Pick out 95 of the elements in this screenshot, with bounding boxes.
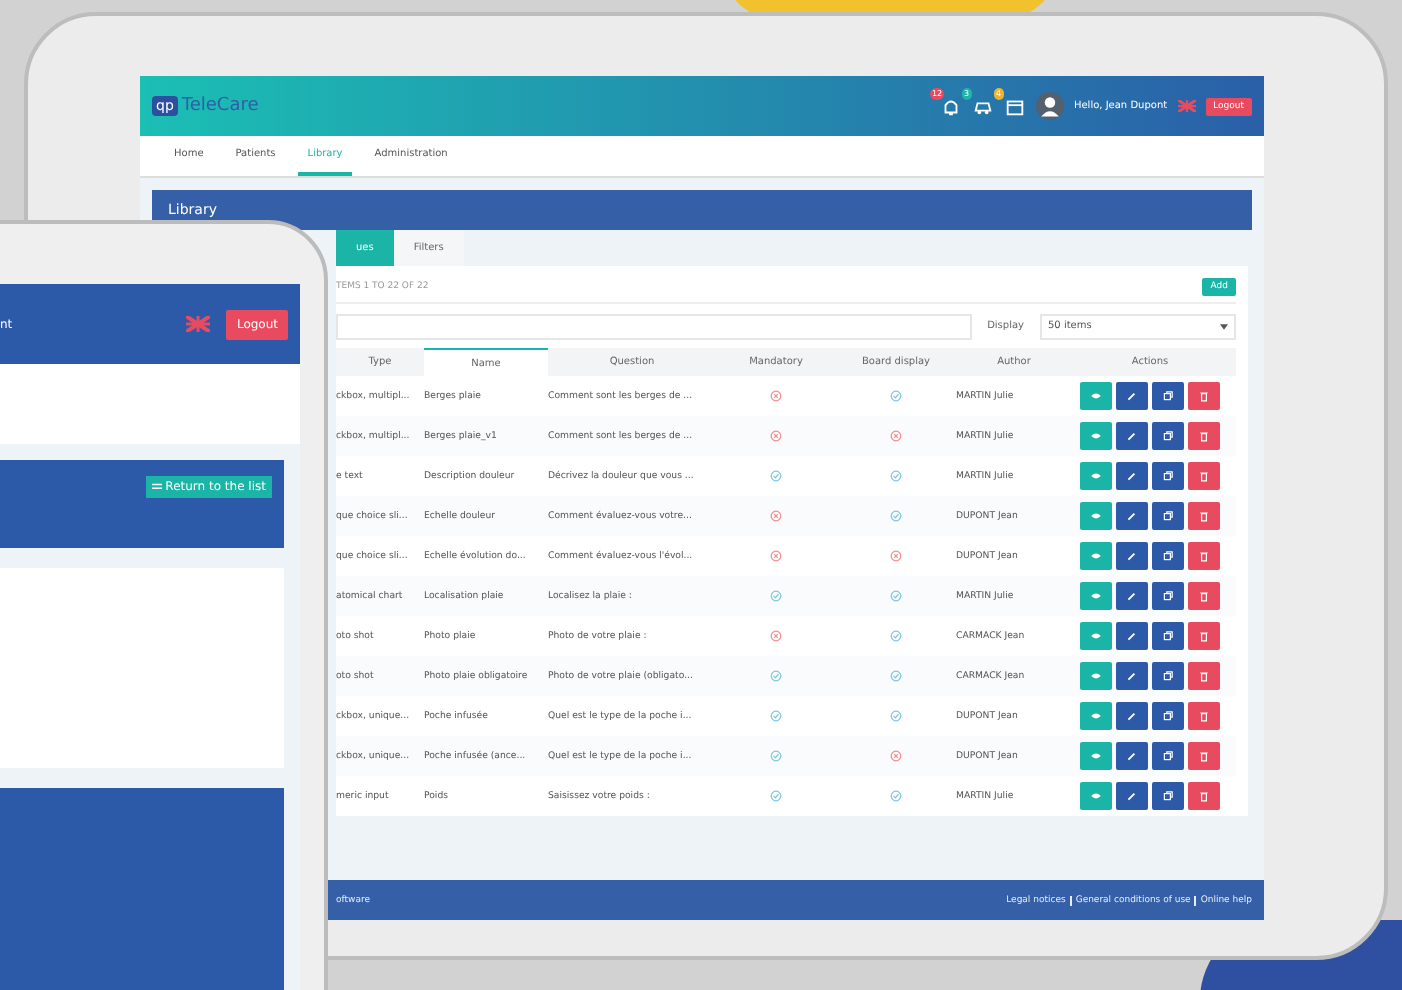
view-button[interactable] [1080, 742, 1112, 770]
view-button[interactable] [1080, 382, 1112, 410]
edit-button[interactable] [1116, 662, 1148, 690]
copy-button[interactable] [1152, 382, 1184, 410]
copy-icon [1162, 590, 1174, 602]
pencil-icon [1126, 510, 1138, 522]
edit-button[interactable] [1116, 462, 1148, 490]
eye-icon [1090, 710, 1102, 722]
delete-button[interactable] [1188, 422, 1220, 450]
edit-button[interactable] [1116, 742, 1148, 770]
copy-icon [1162, 750, 1174, 762]
pencil-icon [1126, 430, 1138, 442]
edit-button[interactable] [1116, 422, 1148, 450]
trash-icon [1198, 510, 1210, 522]
eye-icon [1090, 630, 1102, 642]
edit-button[interactable] [1116, 582, 1148, 610]
eye-icon [1090, 470, 1102, 482]
list-icon [151, 482, 162, 492]
copy-icon [1162, 630, 1174, 642]
trash-icon [1198, 390, 1210, 402]
edit-button[interactable] [1116, 382, 1148, 410]
pencil-icon [1126, 670, 1138, 682]
caret-icon [1220, 323, 1228, 329]
pencil-icon [1126, 790, 1138, 802]
pencil-icon [1126, 590, 1138, 602]
pencil-icon [1126, 390, 1138, 402]
avatar-icon [1035, 92, 1064, 120]
pencil-icon [1126, 470, 1138, 482]
view-button[interactable] [1080, 422, 1112, 450]
delete-button[interactable] [1188, 662, 1220, 690]
edit-button[interactable] [1116, 622, 1148, 650]
copy-button[interactable] [1152, 622, 1184, 650]
copy-icon [1162, 710, 1174, 722]
view-button[interactable] [1080, 582, 1112, 610]
copy-icon [1162, 670, 1174, 682]
pencil-icon [1126, 630, 1138, 642]
copy-icon [1162, 390, 1174, 402]
delete-button[interactable] [1188, 462, 1220, 490]
eye-icon [1090, 670, 1102, 682]
eye-icon [1090, 750, 1102, 762]
pencil-icon [1126, 710, 1138, 722]
edit-button[interactable] [1116, 782, 1148, 810]
trash-icon [1198, 750, 1210, 762]
copy-button[interactable] [1152, 422, 1184, 450]
copy-icon [1162, 510, 1174, 522]
delete-button[interactable] [1188, 542, 1220, 570]
copy-button[interactable] [1152, 542, 1184, 570]
copy-icon [1162, 430, 1174, 442]
pencil-icon [1126, 750, 1138, 762]
app-name: TeleCare [181, 96, 259, 116]
trash-icon [1198, 430, 1210, 442]
view-button[interactable] [1080, 502, 1112, 530]
view-button[interactable] [1080, 782, 1112, 810]
delete-button[interactable] [1188, 502, 1220, 530]
calendar-icon[interactable] [1003, 95, 1026, 117]
bell-icon[interactable] [939, 95, 962, 117]
trash-icon [1198, 550, 1210, 562]
trash-icon [1198, 630, 1210, 642]
eye-icon [1090, 790, 1102, 802]
trash-icon [1198, 710, 1210, 722]
pencil-icon [1126, 550, 1138, 562]
trash-icon [1198, 670, 1210, 682]
edit-button[interactable] [1116, 502, 1148, 530]
edit-button[interactable] [1116, 702, 1148, 730]
trash-icon [1198, 790, 1210, 802]
view-button[interactable] [1080, 462, 1112, 490]
view-button[interactable] [1080, 542, 1112, 570]
delete-button[interactable] [1188, 742, 1220, 770]
delete-button[interactable] [1188, 702, 1220, 730]
view-button[interactable] [1080, 662, 1112, 690]
delete-button[interactable] [1188, 782, 1220, 810]
delete-button[interactable] [1188, 382, 1220, 410]
delete-button[interactable] [1188, 582, 1220, 610]
eye-icon [1090, 590, 1102, 602]
search-field[interactable] [336, 313, 972, 339]
copy-icon [1162, 550, 1174, 562]
copy-button[interactable] [1152, 502, 1184, 530]
copy-button[interactable] [1152, 462, 1184, 490]
copy-icon [1162, 470, 1174, 482]
delete-button[interactable] [1188, 622, 1220, 650]
copy-button[interactable] [1152, 742, 1184, 770]
eye-icon [1090, 550, 1102, 562]
eye-icon [1090, 510, 1102, 522]
trash-icon [1198, 470, 1210, 482]
view-button[interactable] [1080, 702, 1112, 730]
copy-button[interactable] [1152, 782, 1184, 810]
copy-icon [1162, 790, 1174, 802]
copy-button[interactable] [1152, 582, 1184, 610]
eye-icon [1090, 430, 1102, 442]
eye-icon [1090, 390, 1102, 402]
view-button[interactable] [1080, 622, 1112, 650]
trash-icon [1198, 590, 1210, 602]
copy-button[interactable] [1152, 702, 1184, 730]
copy-button[interactable] [1152, 662, 1184, 690]
edit-button[interactable] [1116, 542, 1148, 570]
